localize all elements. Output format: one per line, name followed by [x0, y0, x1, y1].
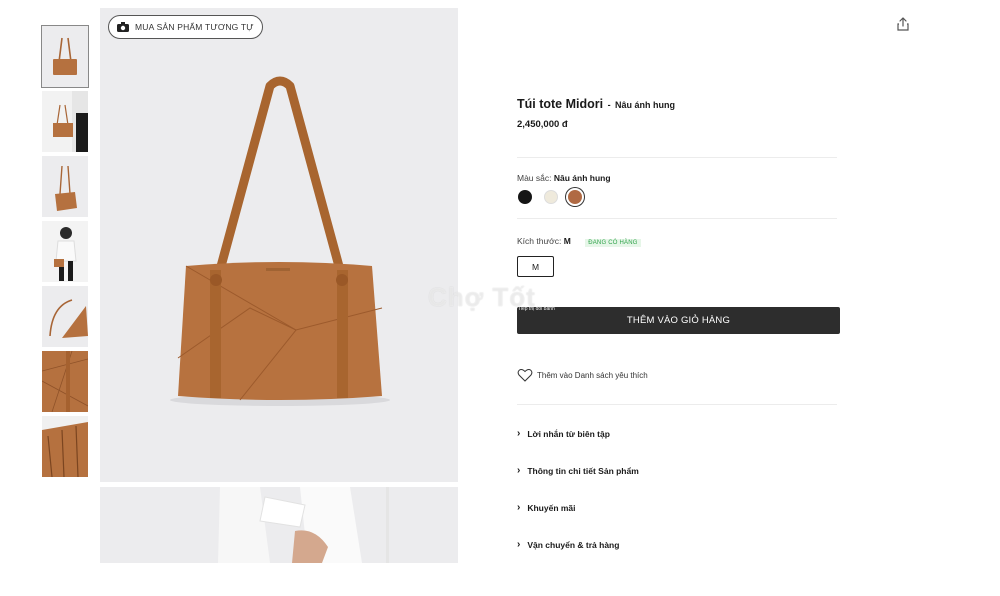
chevron-right-icon: ›: [517, 428, 521, 439]
chevron-right-icon: ›: [517, 539, 521, 550]
divider: [517, 157, 837, 158]
title-separator: -: [607, 100, 611, 110]
shop-similar-label: MUA SẢN PHẨM TƯƠNG TỰ: [135, 22, 254, 32]
share-icon[interactable]: [895, 16, 911, 32]
thumbnail-6[interactable]: [42, 351, 88, 412]
color-label: Màu sắc: Nâu ánh hung: [517, 173, 611, 183]
watermark-subtext: Tiếp thị đổi bánh: [518, 306, 555, 312]
color-swatch-cognac[interactable]: [568, 190, 582, 204]
thumbnail-7[interactable]: [42, 416, 88, 477]
thumbnail-3[interactable]: [42, 156, 88, 217]
size-label: Kích thước: M ĐANG CÓ HÀNG: [517, 236, 641, 247]
divider: [517, 218, 837, 219]
product-secondary-image[interactable]: [100, 487, 458, 563]
chevron-right-icon: ›: [517, 502, 521, 513]
thumbnail-1[interactable]: [41, 25, 89, 88]
accordion-product-details[interactable]: › Thông tin chi tiết Sản phẩm: [517, 465, 639, 476]
product-title-row: Túi tote Midori - Nâu ánh hung: [517, 95, 675, 113]
color-swatch-cream[interactable]: [544, 190, 558, 204]
accordion-promotions[interactable]: › Khuyến mãi: [517, 502, 576, 513]
divider: [517, 404, 837, 405]
add-to-cart-button[interactable]: THÊM VÀO GIỎ HÀNG: [517, 307, 840, 334]
color-swatch-black[interactable]: [518, 190, 532, 204]
wishlist-label: Thêm vào Danh sách yêu thích: [537, 370, 648, 380]
size-value: M: [563, 236, 571, 246]
product-main-image[interactable]: MUA SẢN PHẨM TƯƠNG TỰ: [100, 8, 458, 482]
thumbnail-5[interactable]: [42, 286, 88, 347]
tote-bag-illustration: [170, 76, 390, 406]
size-option-m[interactable]: M: [517, 256, 554, 277]
chevron-right-icon: ›: [517, 465, 521, 476]
accordion-shipping-returns[interactable]: › Vận chuyển & trả hàng: [517, 539, 619, 550]
camera-icon: [117, 22, 129, 32]
color-value: Nâu ánh hung: [553, 173, 611, 183]
shop-similar-button[interactable]: MUA SẢN PHẨM TƯƠNG TỰ: [108, 15, 263, 39]
thumbnail-4[interactable]: [42, 221, 88, 282]
accordion-editor-note[interactable]: › Lời nhắn từ biên tập: [517, 428, 610, 439]
stock-badge: ĐANG CÓ HÀNG: [585, 239, 641, 247]
product-price: 2,450,000 đ: [517, 119, 568, 130]
wishlist-link[interactable]: Thêm vào Danh sách yêu thích: [517, 368, 648, 382]
product-title: Túi tote Midori: [517, 97, 604, 111]
heart-icon: [517, 369, 533, 382]
product-variant: Nâu ánh hung: [615, 100, 676, 110]
thumbnail-2[interactable]: [42, 91, 88, 152]
